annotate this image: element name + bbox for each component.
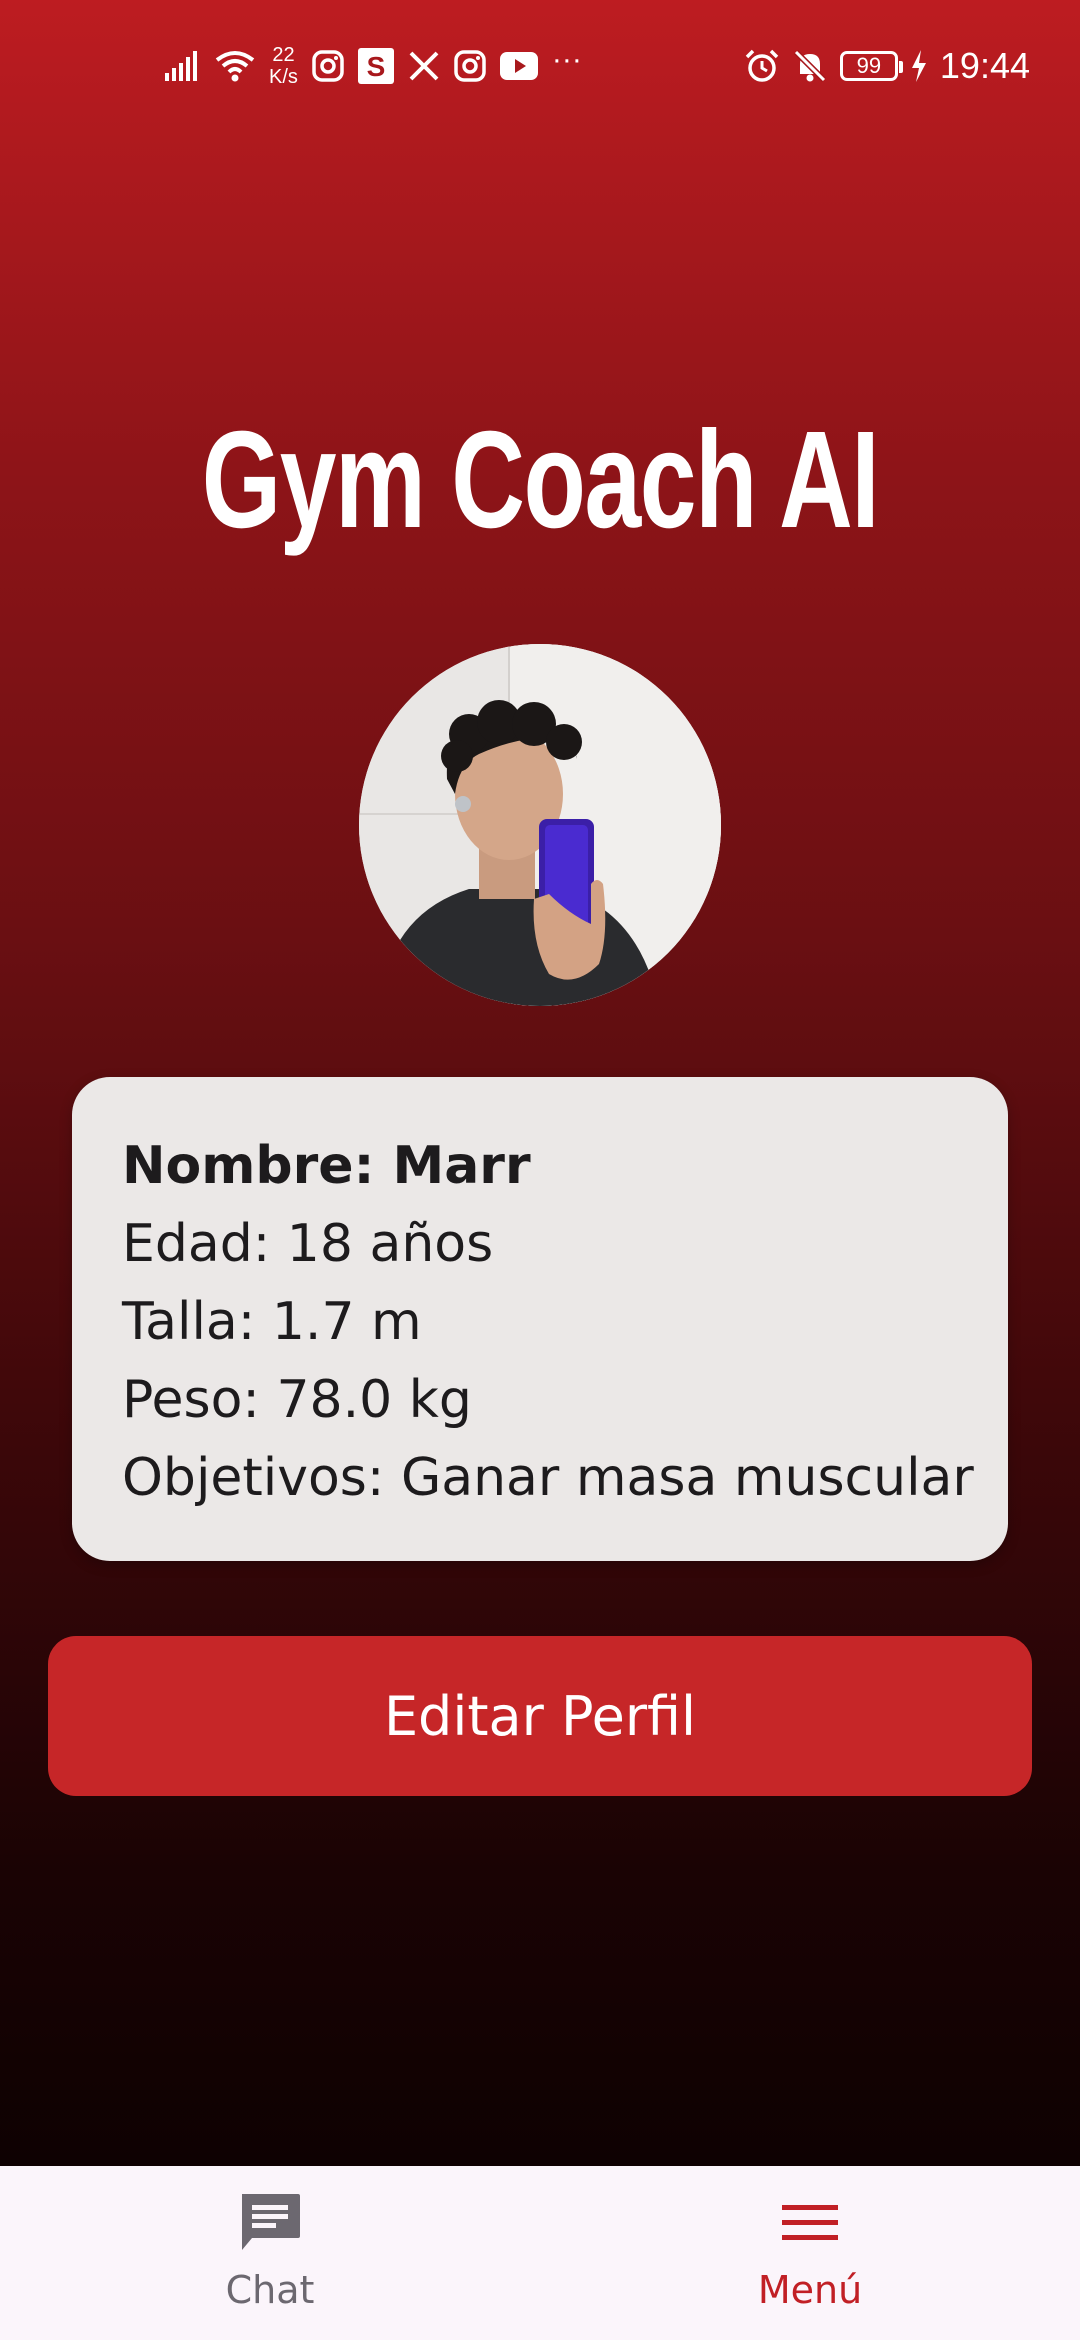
more-notifications-icon: ··· xyxy=(551,43,582,76)
notifications-off-icon xyxy=(792,48,828,84)
nav-label-chat: Chat xyxy=(225,2268,315,2312)
svg-text:S: S xyxy=(367,51,386,82)
signal-icon xyxy=(165,51,201,81)
profile-height: Talla: 1.7 m xyxy=(122,1292,422,1352)
instagram-icon xyxy=(312,50,344,82)
battery-icon: 99 xyxy=(839,51,903,81)
instagram-icon xyxy=(454,50,486,82)
profile-card: Nombre: Marr Edad: 18 años Talla: 1.7 m … xyxy=(72,1077,1008,1561)
edit-profile-button[interactable]: Editar Perfil xyxy=(48,1636,1032,1796)
network-speed: 22 K/s xyxy=(269,44,298,88)
status-bar: 22 K/s S ··· 99 19:44 xyxy=(0,0,1080,130)
profile-goals: Objetivos: Ganar masa muscular xyxy=(122,1448,974,1508)
nav-item-menu[interactable]: Menú xyxy=(540,2166,1080,2340)
profile-weight: Peso: 78.0 kg xyxy=(122,1370,472,1430)
battery-level: 99 xyxy=(856,53,882,78)
network-speed-value: 22 xyxy=(272,44,295,66)
profile-age: Edad: 18 años xyxy=(122,1214,494,1274)
nav-item-chat[interactable]: Chat xyxy=(0,2166,540,2340)
bottom-nav: Chat Menú xyxy=(0,2166,1080,2340)
avatar xyxy=(359,644,721,1006)
youtube-icon xyxy=(499,52,538,80)
menu-icon xyxy=(782,2190,838,2256)
s-app-icon: S xyxy=(357,48,394,84)
charging-icon xyxy=(910,50,928,82)
chat-icon xyxy=(238,2190,302,2256)
app-title: Gym Coach AI xyxy=(201,403,880,557)
status-bar-right: 99 19:44 xyxy=(744,38,1030,94)
profile-name: Nombre: Marr xyxy=(122,1136,531,1196)
alarm-icon xyxy=(744,48,780,84)
nav-label-menu: Menú xyxy=(757,2268,863,2312)
wifi-icon xyxy=(215,50,255,82)
network-speed-unit: K/s xyxy=(269,66,298,88)
status-bar-left: 22 K/s S ··· xyxy=(165,38,582,94)
x-icon xyxy=(408,50,440,82)
clock: 19:44 xyxy=(939,45,1030,86)
